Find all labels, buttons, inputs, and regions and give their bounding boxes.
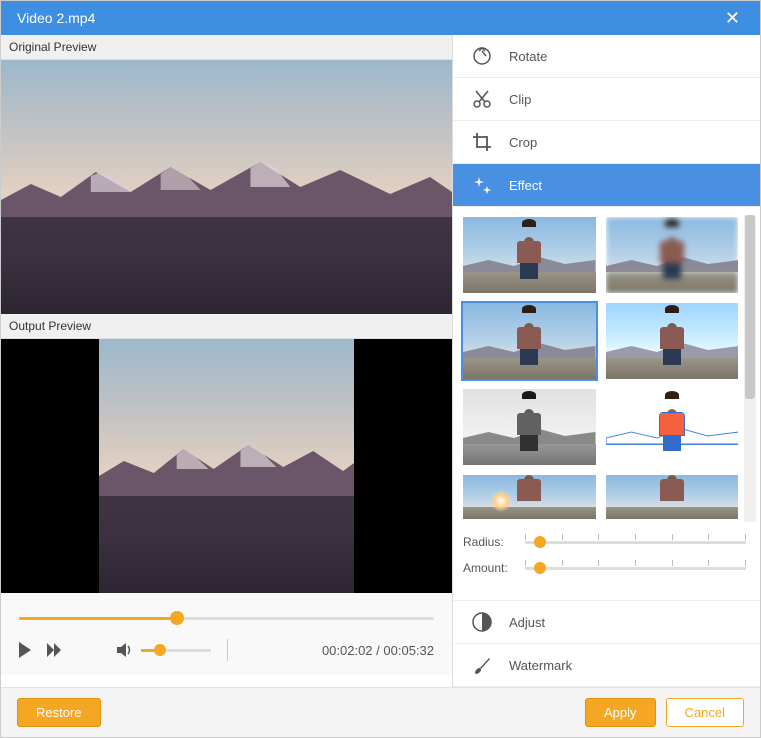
- apply-button[interactable]: Apply: [585, 698, 656, 727]
- amount-label: Amount:: [463, 561, 525, 575]
- rotate-icon: [471, 45, 493, 67]
- effect-scrollbar[interactable]: [744, 215, 756, 522]
- volume-icon[interactable]: [117, 642, 135, 658]
- scissors-icon: [471, 88, 493, 110]
- tab-effect[interactable]: Effect: [453, 164, 760, 207]
- radius-label: Radius:: [463, 535, 525, 549]
- sparkle-icon: [471, 174, 493, 196]
- left-panel: Original Preview Output Preview: [1, 35, 453, 687]
- tab-label: Rotate: [509, 49, 547, 64]
- original-preview-label: Original Preview: [1, 35, 452, 60]
- tab-label: Watermark: [509, 658, 572, 673]
- next-icon[interactable]: [47, 643, 63, 657]
- total-time: 00:05:32: [383, 643, 434, 658]
- effect-thumb-original[interactable]: [461, 215, 598, 295]
- volume-slider[interactable]: [141, 649, 211, 652]
- crop-icon: [471, 131, 493, 153]
- output-preview-label: Output Preview: [1, 314, 452, 339]
- effect-thumb-sketch[interactable]: [604, 387, 741, 467]
- tab-watermark[interactable]: Watermark: [453, 644, 760, 687]
- effect-thumbnails: [461, 215, 740, 522]
- tab-crop[interactable]: Crop: [453, 121, 760, 164]
- cancel-button[interactable]: Cancel: [666, 698, 744, 727]
- brush-icon: [471, 654, 493, 676]
- adjust-icon: [471, 611, 493, 633]
- titlebar: Video 2.mp4 ✕: [1, 1, 760, 35]
- effect-panel: Radius: Amount:: [453, 207, 760, 600]
- tab-rotate[interactable]: Rotate: [453, 35, 760, 78]
- window-title: Video 2.mp4: [17, 10, 95, 26]
- close-icon[interactable]: ✕: [717, 4, 748, 33]
- play-icon[interactable]: [19, 642, 33, 658]
- right-panel: Rotate Clip Crop Effect: [453, 35, 760, 687]
- volume-control: [117, 639, 228, 661]
- effect-thumb-blur[interactable]: [604, 215, 741, 295]
- main-area: Original Preview Output Preview: [1, 35, 760, 687]
- effect-thumb-crop[interactable]: [604, 473, 741, 521]
- time-display: 00:02:02 / 00:05:32: [322, 643, 434, 658]
- tab-label: Clip: [509, 92, 531, 107]
- playback-bar: 00:02:02 / 00:05:32: [1, 593, 452, 675]
- radius-slider[interactable]: [525, 534, 746, 550]
- tab-label: Crop: [509, 135, 537, 150]
- effect-thumb-flare[interactable]: [461, 473, 598, 521]
- restore-button[interactable]: Restore: [17, 698, 101, 727]
- tab-label: Effect: [509, 178, 542, 193]
- amount-slider[interactable]: [525, 560, 746, 576]
- effect-sliders: Radius: Amount:: [461, 522, 756, 592]
- effect-thumb-grayscale[interactable]: [461, 387, 598, 467]
- effect-thumb-bright[interactable]: [604, 301, 741, 381]
- footer: Restore Apply Cancel: [1, 687, 760, 737]
- effect-thumb-sharpen[interactable]: [461, 301, 598, 381]
- tab-adjust[interactable]: Adjust: [453, 600, 760, 644]
- tab-label: Adjust: [509, 615, 545, 630]
- original-preview: [1, 60, 452, 314]
- tab-clip[interactable]: Clip: [453, 78, 760, 121]
- current-time: 00:02:02: [322, 643, 373, 658]
- editor-window: Video 2.mp4 ✕ Original Preview: [0, 0, 761, 738]
- output-preview: [1, 339, 452, 593]
- seek-slider[interactable]: [19, 611, 434, 625]
